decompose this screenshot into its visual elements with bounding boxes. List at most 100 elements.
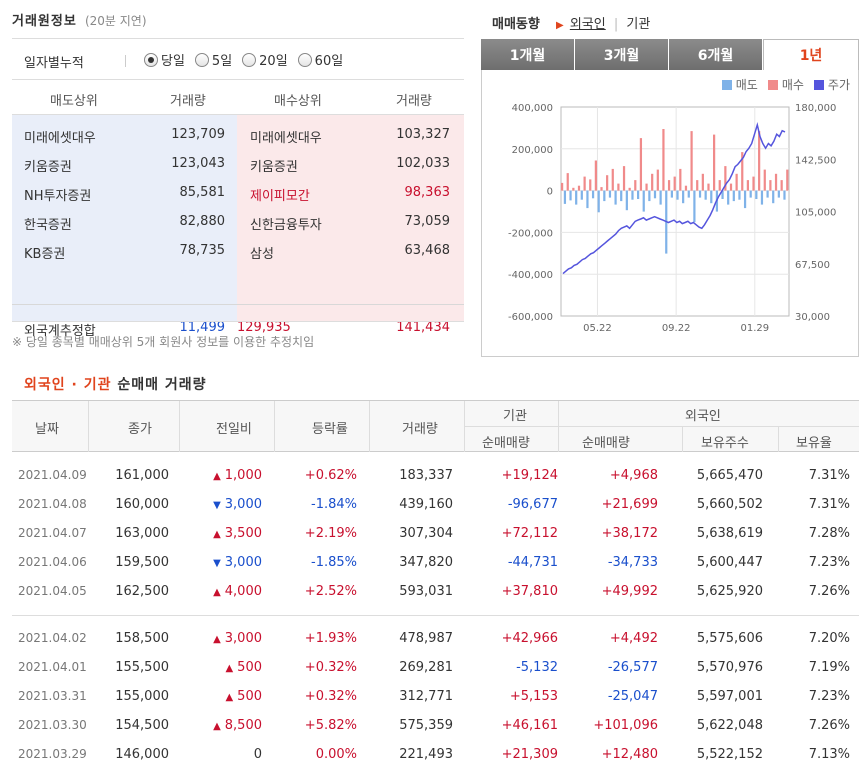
- section-title: 거래원정보: [12, 14, 77, 29]
- period-radio-1[interactable]: 5일: [194, 50, 232, 69]
- divider: [12, 38, 464, 39]
- table-row: 2021.03.29 146,000 0.00% 221,493 +21,309 +12,…: [12, 740, 859, 769]
- sell-bar: [569, 190, 572, 201]
- holdings-cell: 5,597,001: [696, 689, 763, 704]
- period-radio-0[interactable]: 당일: [144, 50, 185, 69]
- buy-bar: [673, 176, 676, 191]
- sell-bar: [631, 190, 634, 200]
- period-selector: 일자별누적 당일 5일 20일 60일: [12, 45, 464, 77]
- foreign-link[interactable]: 외국인: [570, 17, 606, 32]
- date-cell: 2021.03.31: [18, 689, 87, 703]
- sell-volume: 82,880: [179, 214, 226, 229]
- sell-bar: [620, 190, 623, 202]
- change-value: 3,500: [224, 526, 262, 541]
- holdings-header: 보유주수: [701, 436, 749, 451]
- change-cell: 0: [254, 747, 262, 762]
- ratio-cell: 7.19%: [808, 660, 850, 675]
- close-cell: 155,000: [115, 689, 169, 704]
- buy-bar: [606, 175, 609, 191]
- foreign-net-cell: +101,096: [593, 718, 658, 733]
- tab-3개월[interactable]: 3개월: [575, 39, 669, 70]
- period-radio-2[interactable]: 20일: [242, 50, 288, 69]
- tab-1개월[interactable]: 1개월: [481, 39, 575, 70]
- sell-bar: [563, 190, 567, 204]
- divider: [12, 615, 859, 616]
- volume-cell: 183,337: [399, 468, 453, 483]
- ratio-cell: 7.13%: [808, 747, 850, 762]
- buy-bar: [684, 185, 688, 191]
- sell-bar: [608, 190, 612, 198]
- foreign-net-cell: -25,047: [607, 689, 658, 704]
- legend-swatch: [767, 79, 778, 90]
- sell-bar: [676, 190, 679, 200]
- broker-row: KB증권 78,735 삼성 63,468: [12, 237, 464, 266]
- sell-broker-name: KB증권: [24, 247, 66, 262]
- sell-broker-name: 키움증권: [24, 160, 72, 175]
- triangle-up-icon: ▲: [213, 471, 221, 482]
- date-cell: 2021.04.02: [18, 631, 87, 645]
- tab-6개월[interactable]: 6개월: [669, 39, 763, 70]
- period-radio-3[interactable]: 60일: [297, 50, 343, 69]
- sell-bar: [637, 190, 640, 199]
- date-cell: 2021.04.07: [18, 526, 87, 540]
- institution-net-cell: +5,153: [509, 689, 558, 704]
- foreign-net-cell: -34,733: [607, 555, 658, 570]
- buy-bar: [611, 168, 614, 191]
- sell-bar: [755, 190, 758, 199]
- sell-bar: [603, 190, 606, 202]
- change-value: 3,000: [224, 631, 262, 646]
- buy-bar: [639, 138, 643, 191]
- change-cell: ▲ 500: [225, 660, 262, 675]
- change-header: 전일비: [216, 422, 252, 437]
- holdings-cell: 5,625,920: [696, 584, 763, 599]
- change-value: 500: [237, 689, 262, 704]
- buy-bar: [679, 168, 682, 191]
- divider: [369, 401, 370, 452]
- date-header: 날짜: [35, 422, 59, 437]
- holdings-cell: 5,575,606: [696, 631, 763, 646]
- triangle-up-icon: ▲: [213, 721, 221, 732]
- rate-cell: +0.32%: [304, 660, 357, 675]
- buy-bar: [572, 187, 575, 191]
- close-cell: 162,500: [115, 584, 169, 599]
- broker-table-body: 외국계추정합 11,499 129,935 141,434 미래에셋대우 123,…: [12, 115, 464, 339]
- left-tick-label: 400,000: [512, 103, 553, 114]
- institution-link[interactable]: 기관: [626, 17, 650, 32]
- legend-swatch: [813, 79, 824, 90]
- change-cell: ▲ 3,000: [213, 631, 262, 646]
- buy-bar: [667, 180, 671, 191]
- change-cell: ▲ 1,000: [213, 468, 262, 483]
- broker-row: 키움증권 123,043 키움증권 102,033: [12, 150, 464, 179]
- sell-bar: [783, 190, 786, 200]
- buy-bar: [583, 176, 586, 191]
- foreign-net-cell: +12,480: [601, 747, 658, 762]
- title-foreign: 외국인: [24, 377, 66, 393]
- rate-cell: 0.00%: [315, 747, 357, 762]
- legend-label: 주가: [827, 78, 850, 92]
- right-tick-label: 105,000: [795, 208, 836, 219]
- buy-bar: [577, 185, 581, 191]
- sell-bar: [670, 190, 673, 198]
- tab-1년[interactable]: 1년: [763, 39, 859, 70]
- sell-broker-name: 미래에셋대우: [24, 131, 96, 146]
- close-cell: 146,000: [115, 747, 169, 762]
- close-cell: 163,000: [115, 526, 169, 541]
- divider: [274, 401, 275, 452]
- left-tick-label: 0: [547, 187, 553, 198]
- rate-cell: +0.62%: [304, 468, 357, 483]
- buy-broker-name: 신한금융투자: [250, 218, 322, 233]
- legend-label: 매도: [735, 78, 758, 92]
- change-cell: ▲ 8,500: [213, 718, 262, 733]
- sell-bar: [698, 190, 702, 198]
- change-value: 1,000: [224, 468, 262, 483]
- daily-table-body: 2021.04.09 161,000 +0.62% 183,337 +19,124 +4,…: [12, 452, 859, 774]
- table-row: 2021.04.06 159,500 -1.85% 347,820 -44,731 -34…: [12, 548, 859, 577]
- sell-bar: [766, 190, 769, 198]
- date-cell: 2021.03.29: [18, 747, 87, 761]
- divider: [682, 427, 683, 452]
- broker-row: 한국증권 82,880 신한금융투자 73,059: [12, 208, 464, 237]
- change-cell: ▲ 3,500: [213, 526, 262, 541]
- buy-bar: [634, 180, 637, 191]
- ratio-cell: 7.26%: [808, 718, 850, 733]
- table-row: 2021.04.08 160,000 -1.84% 439,160 -96,677 +21…: [12, 490, 859, 519]
